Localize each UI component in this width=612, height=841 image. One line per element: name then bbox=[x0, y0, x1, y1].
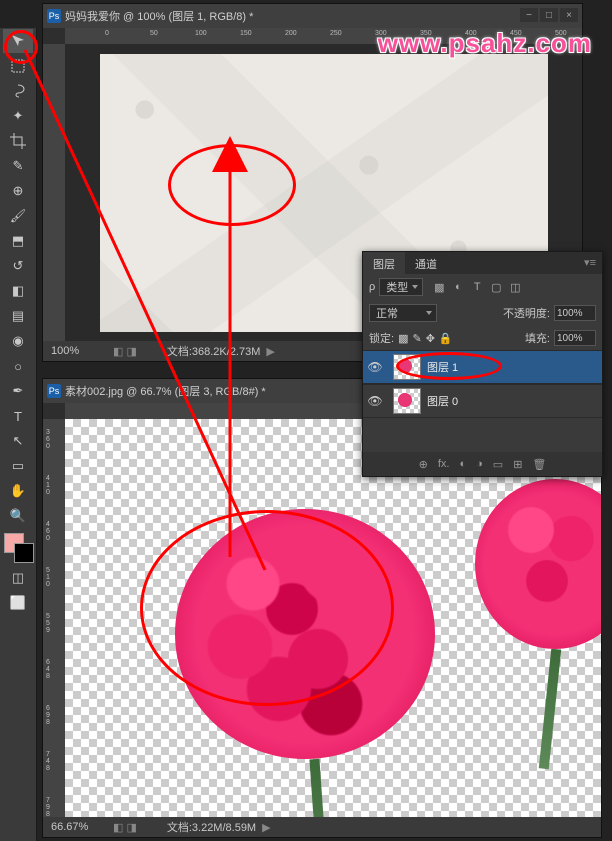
lock-position-icon[interactable]: ✥ bbox=[426, 332, 435, 345]
lock-all-icon[interactable]: 🔒 bbox=[439, 332, 453, 345]
flower-stem bbox=[539, 649, 561, 769]
watermark-text: www.psahz.com bbox=[378, 28, 592, 59]
layer-list: 👁 图层 1 👁 图层 0 bbox=[363, 350, 602, 418]
doc2-zoom[interactable]: 66.67% bbox=[43, 821, 113, 833]
doc2-statusbar: 66.67% ◧ ◨ 文档:3.22M/8.59M ▶ bbox=[43, 817, 601, 837]
layer-thumbnail[interactable] bbox=[393, 354, 421, 380]
opacity-input[interactable]: 100% bbox=[554, 305, 596, 321]
layer-item-1[interactable]: 👁 图层 1 bbox=[363, 350, 602, 384]
screenmode-icon[interactable]: ⬜ bbox=[3, 591, 33, 615]
delete-layer-icon[interactable]: 🗑 bbox=[532, 458, 546, 471]
fill-input[interactable]: 100% bbox=[554, 330, 596, 346]
doc1-titlebar[interactable]: Ps 妈妈我爱你 @ 100% (图层 1, RGB/8) * − □ × bbox=[43, 4, 582, 28]
gradient-tool[interactable]: ▤ bbox=[3, 304, 33, 328]
layer-fx-icon[interactable]: fx. bbox=[438, 458, 450, 470]
layer-thumbnail[interactable] bbox=[393, 388, 421, 414]
doc1-arrow-icon[interactable]: ▶ bbox=[266, 345, 274, 358]
doc1-docinfo: 文档:368.2K/2.73M bbox=[137, 343, 261, 359]
pen-tool[interactable]: ✒ bbox=[3, 379, 33, 403]
layer-name[interactable]: 图层 0 bbox=[427, 393, 602, 409]
layer-item-0[interactable]: 👁 图层 0 bbox=[363, 384, 602, 418]
stamp-tool[interactable]: ⬒ bbox=[3, 229, 33, 253]
filter-kind-dropdown[interactable]: 类型 bbox=[379, 278, 423, 296]
lasso-tool[interactable] bbox=[3, 79, 33, 103]
link-layers-icon[interactable]: ⊕ bbox=[419, 458, 428, 471]
doc2-docinfo: 文档:3.22M/8.59M bbox=[137, 819, 256, 835]
flower-bloom bbox=[175, 509, 435, 759]
panel-tabs: 图层 通道 ▾≡ bbox=[363, 252, 602, 274]
background-color[interactable] bbox=[14, 543, 34, 563]
filter-pixel-icon[interactable]: ▩ bbox=[431, 279, 447, 295]
type-tool[interactable]: T bbox=[3, 404, 33, 428]
move-tool[interactable] bbox=[3, 29, 33, 53]
hand-tool[interactable]: ✋ bbox=[3, 479, 33, 503]
layer-name[interactable]: 图层 1 bbox=[427, 359, 602, 375]
blur-tool[interactable]: ◉ bbox=[3, 329, 33, 353]
flower-big bbox=[165, 499, 475, 809]
filter-icon[interactable]: ρ bbox=[369, 281, 375, 293]
status-icons: ◧ ◨ bbox=[113, 345, 137, 358]
adjustment-layer-icon[interactable]: ◑ bbox=[476, 458, 483, 470]
filter-shape-icon[interactable]: ▢ bbox=[488, 279, 504, 295]
filter-icons[interactable]: ▩ ◐ T ▢ ◫ bbox=[431, 279, 523, 295]
eyedropper-tool[interactable]: ✎ bbox=[3, 154, 33, 178]
visibility-icon[interactable]: 👁 bbox=[363, 360, 387, 374]
marquee-tool[interactable] bbox=[3, 54, 33, 78]
tab-channels[interactable]: 通道 bbox=[405, 252, 447, 274]
close-button[interactable]: × bbox=[560, 8, 578, 22]
layer-mask-icon[interactable]: ◐ bbox=[459, 458, 466, 470]
flower-small bbox=[465, 479, 601, 699]
crop-tool[interactable] bbox=[3, 129, 33, 153]
ps-icon: Ps bbox=[47, 9, 61, 23]
doc2-title: 素材002.jpg @ 66.7% (图层 3, RGB/8#) * bbox=[65, 383, 266, 399]
layers-panel: 图层 通道 ▾≡ ρ 类型 ▩ ◐ T ▢ ◫ 正常 不透明度: 100% 锁定… bbox=[362, 251, 603, 477]
lock-label: 锁定: bbox=[369, 330, 394, 346]
blend-mode-dropdown[interactable]: 正常 bbox=[369, 304, 437, 322]
color-swatches[interactable] bbox=[2, 531, 34, 563]
tab-layers[interactable]: 图层 bbox=[363, 252, 405, 274]
group-icon[interactable]: ▭ bbox=[493, 458, 503, 471]
filter-adjust-icon[interactable]: ◐ bbox=[450, 279, 466, 295]
status-icons: ◧ ◨ bbox=[113, 821, 137, 834]
doc1-ruler-vertical[interactable] bbox=[43, 44, 65, 341]
maximize-button[interactable]: □ bbox=[540, 8, 558, 22]
opacity-label: 不透明度: bbox=[503, 305, 550, 321]
flower-stem bbox=[309, 759, 330, 817]
shape-tool[interactable]: ▭ bbox=[3, 454, 33, 478]
filter-type-icon[interactable]: T bbox=[469, 279, 485, 295]
lock-transparency-icon[interactable]: ▩ bbox=[398, 332, 408, 345]
minimize-button[interactable]: − bbox=[520, 8, 538, 22]
doc2-arrow-icon[interactable]: ▶ bbox=[262, 821, 270, 834]
doc1-title: 妈妈我爱你 @ 100% (图层 1, RGB/8) * bbox=[65, 8, 253, 24]
lock-brush-icon[interactable]: ✎ bbox=[412, 332, 421, 345]
healing-tool[interactable]: ⊕ bbox=[3, 179, 33, 203]
visibility-icon[interactable]: 👁 bbox=[363, 394, 387, 408]
panel-menu-icon[interactable]: ▾≡ bbox=[578, 252, 602, 274]
brush-tool[interactable]: 🖌 bbox=[3, 204, 33, 228]
doc1-zoom[interactable]: 100% bbox=[43, 345, 113, 357]
dodge-tool[interactable]: ○ bbox=[3, 354, 33, 378]
flower-bloom bbox=[475, 479, 601, 649]
quickmask-icon[interactable]: ◫ bbox=[3, 566, 33, 590]
path-tool[interactable]: ↖ bbox=[3, 429, 33, 453]
history-brush-tool[interactable]: ↺ bbox=[3, 254, 33, 278]
fill-label: 填充: bbox=[525, 330, 550, 346]
doc2-ruler-vertical[interactable]: 360410460510559648698748798 bbox=[43, 419, 65, 817]
layers-footer: ⊕ fx. ◐ ◑ ▭ ⊞ 🗑 bbox=[363, 452, 602, 476]
new-layer-icon[interactable]: ⊞ bbox=[513, 458, 522, 471]
wand-tool[interactable]: ✦ bbox=[3, 104, 33, 128]
ps-icon: Ps bbox=[47, 384, 61, 398]
filter-smart-icon[interactable]: ◫ bbox=[507, 279, 523, 295]
eraser-tool[interactable]: ◧ bbox=[3, 279, 33, 303]
zoom-tool[interactable]: 🔍 bbox=[3, 504, 33, 528]
doc2-canvas[interactable] bbox=[65, 419, 601, 817]
tools-panel: ✦ ✎ ⊕ 🖌 ⬒ ↺ ◧ ▤ ◉ ○ ✒ T ↖ ▭ ✋ 🔍 ◫ ⬜ bbox=[0, 28, 37, 841]
